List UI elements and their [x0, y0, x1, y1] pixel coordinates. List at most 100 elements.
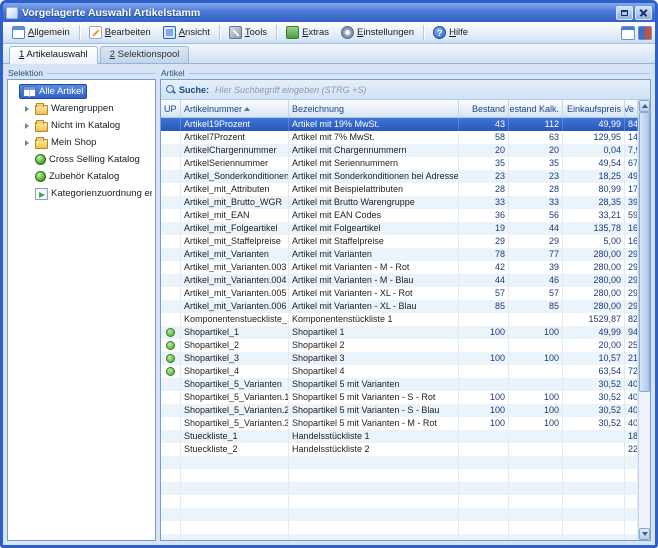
table-row[interactable]: Shopartikel_3Shopartikel 310010010,5721,	[161, 352, 638, 365]
toolbar-button-einstellungen[interactable]: Einstellungen	[335, 24, 420, 41]
cell-bezeichnung: Artikel mit Varianten - M - Blau	[289, 274, 459, 287]
table-row[interactable]: ArtikelSeriennummerArtikel mit Seriennum…	[161, 157, 638, 170]
table-row[interactable]: Shopartikel_2Shopartikel 220,0025,	[161, 339, 638, 352]
cell-bestand-kalk: 100	[509, 352, 563, 365]
cell-bestand: 35	[459, 157, 509, 170]
window-list-icon[interactable]	[621, 26, 635, 40]
toolbar-button-allgemein[interactable]: Allgemein	[6, 24, 76, 41]
cell-bezeichnung: Shopartikel 5 mit Varianten - S - Blau	[289, 404, 459, 417]
tree-item-cross-selling-katalog[interactable]: Cross Selling Katalog	[10, 151, 153, 168]
search-icon	[166, 85, 175, 94]
column-header-bestand[interactable]: Bestand	[459, 100, 509, 117]
search-input[interactable]	[213, 84, 645, 96]
tree-item-mein-shop[interactable]: Mein Shop	[10, 134, 153, 151]
cell-bestand: 36	[459, 209, 509, 222]
cell-up	[161, 417, 181, 430]
table-row[interactable]: Artikel_SonderkonditionenArtikel mit Son…	[161, 170, 638, 183]
toolbar-button-hilfe[interactable]: Hilfe	[427, 24, 474, 41]
column-header-artikelnummer[interactable]: Artikelnummer	[181, 100, 289, 117]
tree-item-warengruppen[interactable]: Warengruppen	[10, 100, 153, 117]
table-row[interactable]: Artikel_mit_EANArtikel mit EAN Codes3656…	[161, 209, 638, 222]
table-row[interactable]: Artikel_mit_VariantenArtikel mit Variant…	[161, 248, 638, 261]
tree-item-kategorienzuordnung-entfernen[interactable]: Kategorienzuordnung entfernen	[10, 185, 153, 202]
table-row[interactable]: Artikel_mit_Varianten.006Artikel mit Var…	[161, 300, 638, 313]
column-header-up[interactable]: UP	[161, 100, 181, 117]
sort-ascending-icon	[244, 107, 250, 111]
column-header-ve[interactable]: Ve	[625, 100, 638, 117]
scrollbar-track[interactable]	[639, 112, 650, 528]
column-header-label: Bezeichnung	[292, 104, 344, 114]
toolbar-button-ansicht[interactable]: Ansicht	[157, 24, 216, 41]
column-header-bezeichnung[interactable]: Bezeichnung	[289, 100, 459, 117]
close-button[interactable]	[635, 6, 652, 20]
table-row[interactable]: Artikel_mit_StaffelpreiseArtikel mit Sta…	[161, 235, 638, 248]
tree-item-label: Nicht im Katalog	[51, 120, 120, 131]
scrollbar-thumb[interactable]	[639, 112, 650, 392]
cell-artikelnummer: Artikel_mit_Folgeartikel	[181, 222, 289, 235]
cell-artikelnummer: Artikel_mit_Varianten	[181, 248, 289, 261]
table-row[interactable]: Shopartikel_5_Varianten.2Shopartikel 5 m…	[161, 404, 638, 417]
table-row[interactable]: Artikel_mit_Brutto_WGRArtikel mit Brutto…	[161, 196, 638, 209]
table-row[interactable]: ArtikelChargennummerArtikel mit Chargenn…	[161, 144, 638, 157]
table-row[interactable]: Artikel_mit_Varianten.003Artikel mit Var…	[161, 261, 638, 274]
tab-selektionspool[interactable]: 2 Selektionspool	[100, 46, 190, 63]
cell-up	[161, 482, 181, 495]
expander-icon[interactable]	[22, 140, 31, 146]
toolbar-button-tools[interactable]: Tools	[223, 24, 273, 41]
selection-panel-header: Selektion	[7, 66, 156, 79]
tree-item-alle-artikel[interactable]: Alle Artikel	[10, 83, 153, 100]
cell-artikelnummer	[181, 469, 289, 482]
column-header-bestand-kalk[interactable]: Bestand Kalk.	[509, 100, 563, 117]
cell-bezeichnung: Artikel mit Staffelpreise	[289, 235, 459, 248]
table-row[interactable]: Shopartikel_5_Varianten.1Shopartikel 5 m…	[161, 391, 638, 404]
maximize-button[interactable]	[616, 6, 633, 20]
arrow-up-icon	[642, 104, 648, 108]
cell-bestand	[459, 339, 509, 352]
table-row[interactable]: Artikel_mit_AttributenArtikel mit Beispi…	[161, 183, 638, 196]
cell-bestand: 44	[459, 274, 509, 287]
layout-icon[interactable]	[638, 26, 652, 40]
table-row[interactable]: Shopartikel_5_Varianten.3Shopartikel 5 m…	[161, 417, 638, 430]
shop-article-icon	[166, 341, 175, 350]
cell-bestand-kalk: 29	[509, 235, 563, 248]
table-row[interactable]: Shopartikel_5_VariantenShopartikel 5 mit…	[161, 378, 638, 391]
tree-item-zubehoer-katalog[interactable]: Zubehör Katalog	[10, 168, 153, 185]
toolbar-button-extras[interactable]: Extras	[280, 24, 335, 41]
table-row[interactable]: Stueckliste_1Handelsstückliste 1184	[161, 430, 638, 443]
puzzle-icon	[286, 26, 299, 39]
expander-icon[interactable]	[22, 123, 31, 129]
cell-ve	[625, 482, 638, 495]
table-row[interactable]: Artikel7ProzentArtikel mit 7% MwSt.58631…	[161, 131, 638, 144]
cell-bestand-kalk	[509, 495, 563, 508]
table-icon	[23, 86, 36, 97]
cell-artikelnummer: Artikel7Prozent	[181, 131, 289, 144]
cell-einkaufspreis	[563, 430, 625, 443]
table-row[interactable]: Shopartikel_4Shopartikel 463,5472,	[161, 365, 638, 378]
table-row[interactable]: Artikel19ProzentArtikel mit 19% MwSt.431…	[161, 118, 638, 131]
cell-bestand: 100	[459, 352, 509, 365]
title-bar[interactable]: Vorgelagerte Auswahl Artikelstamm	[3, 3, 655, 22]
cell-ve	[625, 508, 638, 521]
table-row[interactable]: Shopartikel_1Shopartikel 110010049,9994,	[161, 326, 638, 339]
table-row[interactable]: Artikel_mit_FolgeartikelArtikel mit Folg…	[161, 222, 638, 235]
expander-icon[interactable]	[22, 106, 31, 112]
toolbar-button-bearbeiten[interactable]: Bearbeiten	[83, 24, 157, 41]
scroll-down-button[interactable]	[639, 528, 650, 540]
table-row[interactable]: Artikel_mit_Varianten.004Artikel mit Var…	[161, 274, 638, 287]
tree-item-nicht-im-katalog[interactable]: Nicht im Katalog	[10, 117, 153, 134]
close-icon	[639, 8, 648, 17]
toolbar-separator	[276, 25, 277, 40]
cell-artikelnummer: Artikel19Prozent	[181, 118, 289, 131]
table-row[interactable]: Stueckliste_2Handelsstückliste 2229	[161, 443, 638, 456]
table-row[interactable]: Artikel_mit_Varianten.005Artikel mit Var…	[161, 287, 638, 300]
column-header-einkaufspreis[interactable]: Einkaufspreis	[563, 100, 625, 117]
cell-artikelnummer: Artikel_mit_Staffelpreise	[181, 235, 289, 248]
cell-ve: 294	[625, 248, 638, 261]
vertical-scrollbar[interactable]	[638, 100, 650, 540]
tab-label: 2 Selektionspool	[110, 49, 180, 60]
cell-bezeichnung: Shopartikel 3	[289, 352, 459, 365]
cell-artikelnummer: Artikel_mit_Varianten.003	[181, 261, 289, 274]
tab-artikelauswahl[interactable]: 1 Artikelauswahl	[9, 46, 98, 64]
scroll-up-button[interactable]	[639, 100, 650, 112]
table-row[interactable]: Komponentenstueckliste_1Komponentenstück…	[161, 313, 638, 326]
